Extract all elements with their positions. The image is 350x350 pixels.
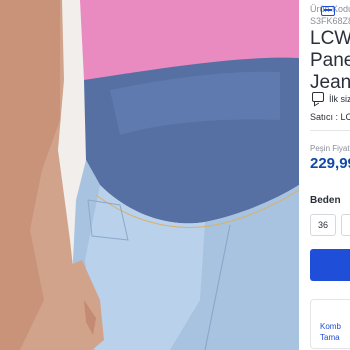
first-review-link[interactable]: İlk siz [329,94,350,104]
product-title-line-1: LCWA [310,28,350,49]
message-icon[interactable] [312,92,324,102]
size-option-label: 36 [317,220,328,230]
product-title-line-2: Panel [310,50,350,71]
product-info-panel: Ürün Kodu S3FK68Z8 LCWA Panel Jean Ş İlk… [299,0,350,350]
price-value: 229,99 [310,155,350,172]
combine-card-line-1: Komb [320,322,341,331]
price-label: Peşin Fiyatı [310,144,350,153]
seller-label[interactable]: Satıcı : LC [310,112,350,122]
size-label: Beden [310,195,341,206]
divider [310,130,350,131]
hanger-icon [321,6,335,16]
add-to-cart-button[interactable] [310,249,350,281]
size-option-36[interactable]: 36 [310,214,336,236]
product-code-value: S3FK68Z8 [310,16,350,26]
product-title-line-3: Jean Ş [310,72,350,93]
combine-card-line-2: Tama [320,333,340,342]
product-photo-image [0,0,299,350]
size-option-next[interactable] [341,214,350,236]
product-photo[interactable] [0,0,299,350]
